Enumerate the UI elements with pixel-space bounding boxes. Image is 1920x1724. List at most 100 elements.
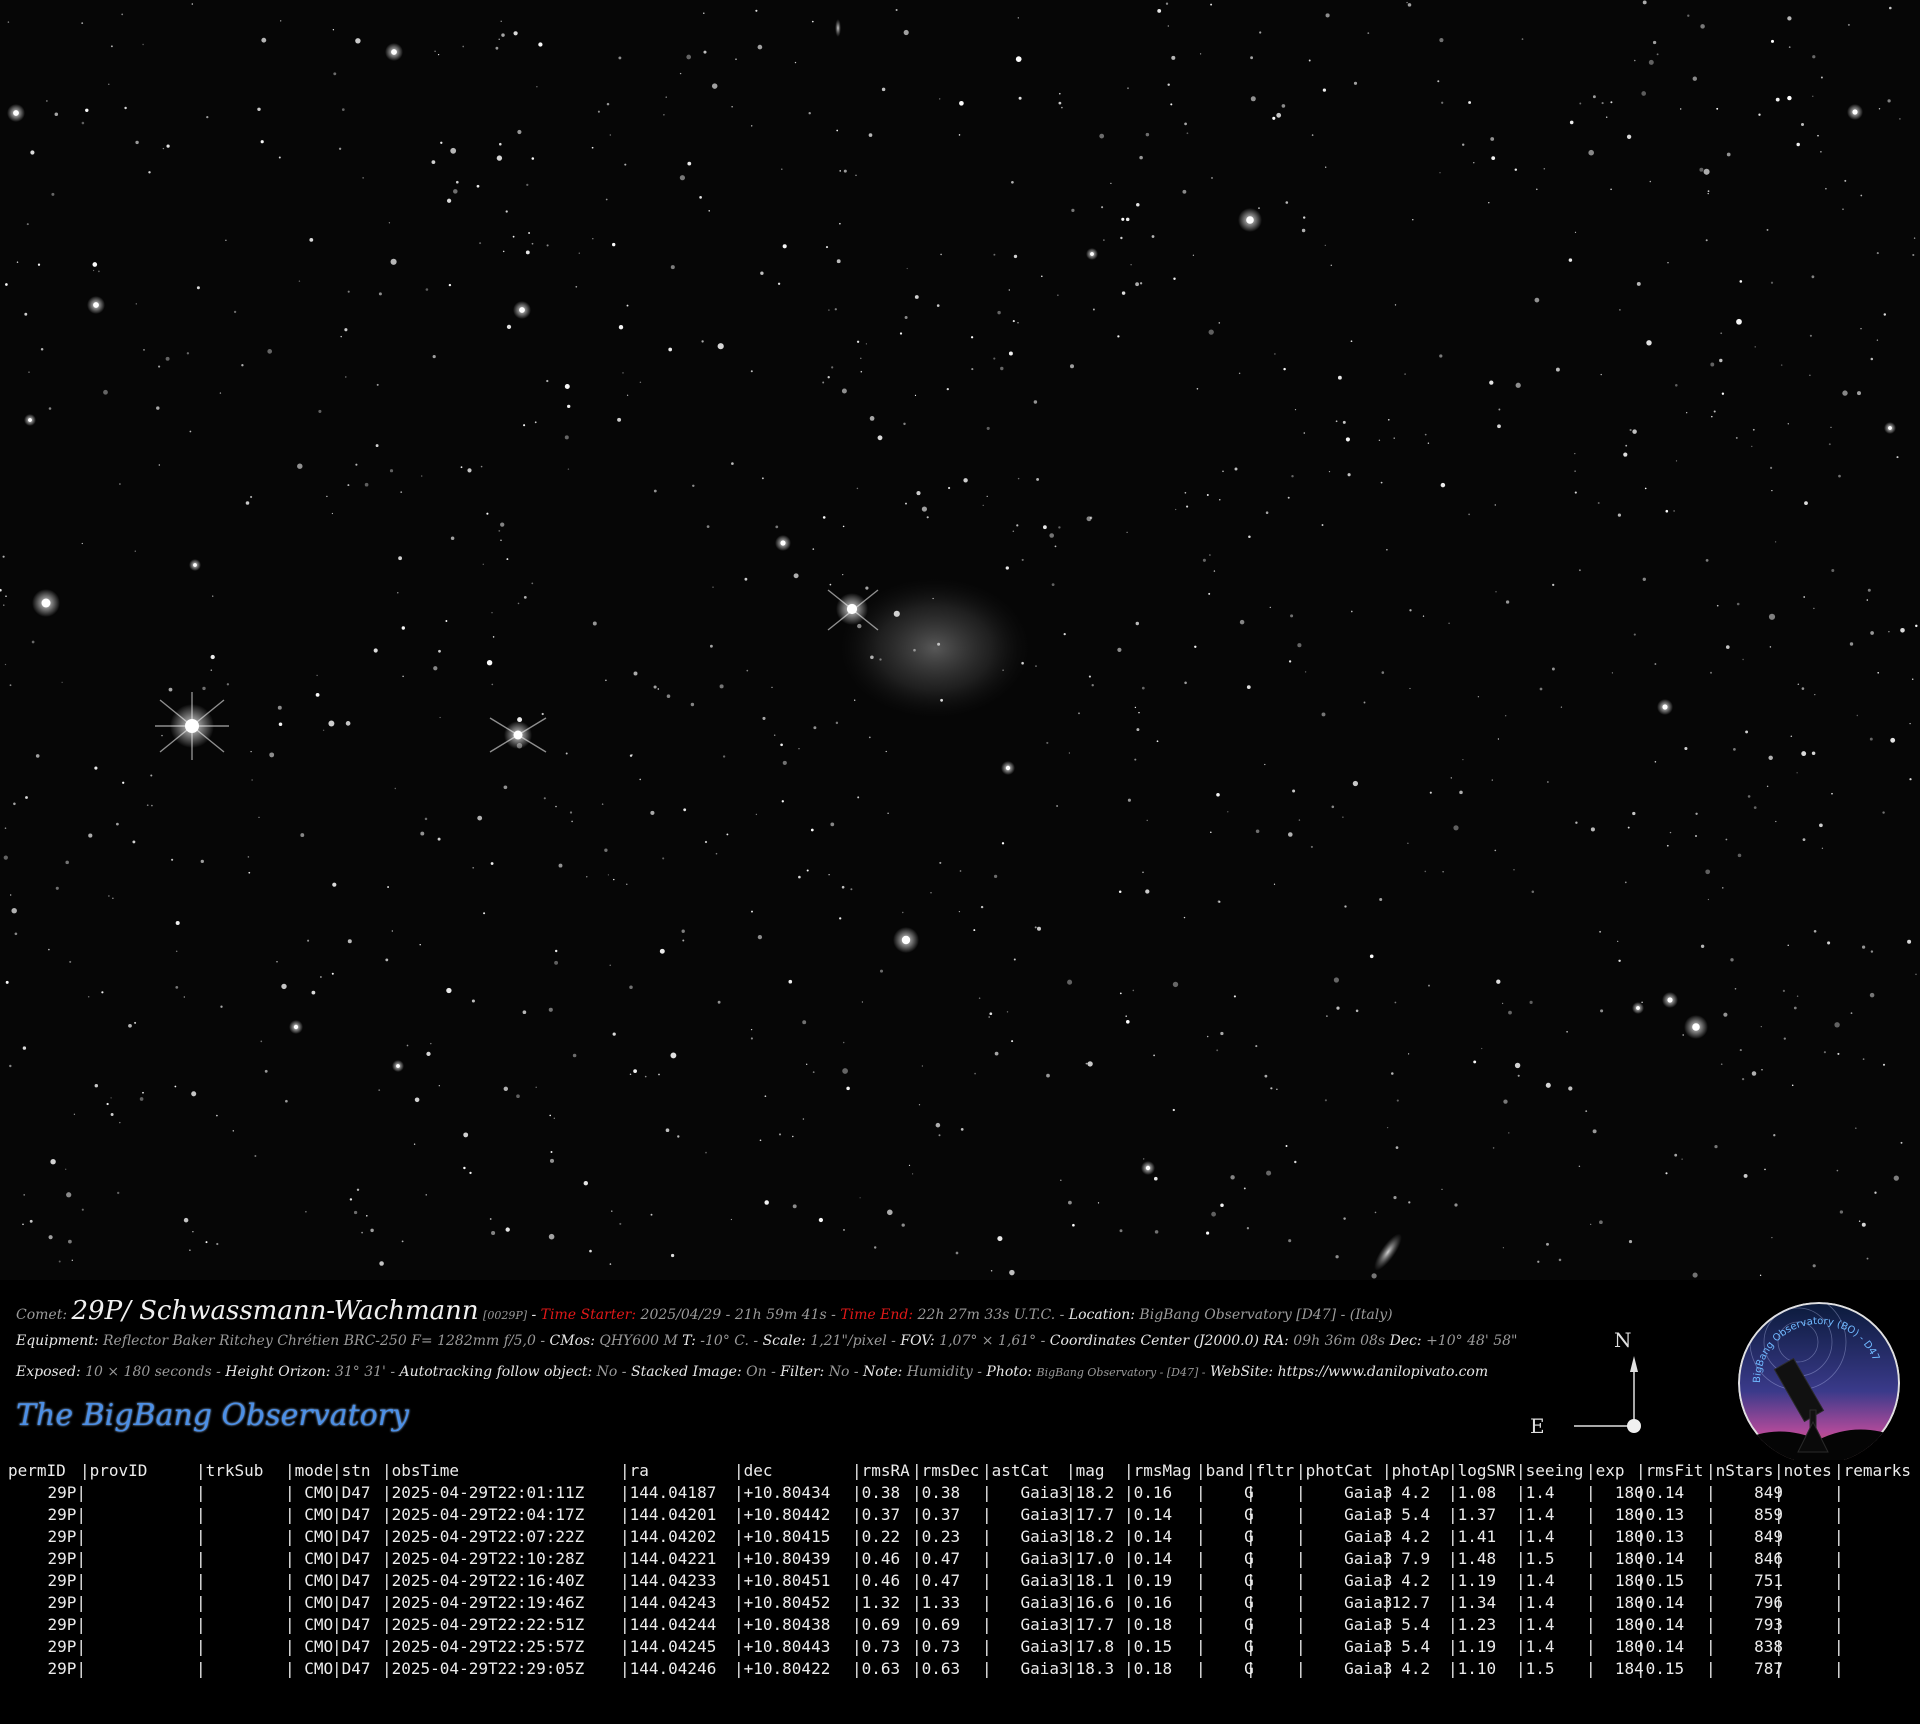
star xyxy=(318,409,322,413)
star xyxy=(1495,591,1497,593)
table-cell: |2025-04-29T22:19:46Z xyxy=(382,1593,585,1612)
star xyxy=(1008,289,1010,291)
star xyxy=(1072,1223,1075,1227)
star xyxy=(528,232,531,234)
star xyxy=(419,943,421,946)
star xyxy=(1387,418,1390,421)
table-cell: | xyxy=(196,1637,206,1656)
star xyxy=(276,961,278,963)
star xyxy=(699,196,702,199)
star xyxy=(1667,262,1669,264)
table-cell: |1.33 xyxy=(912,1593,961,1612)
table-cell: 29P| xyxy=(47,1527,86,1546)
column-header: |exp xyxy=(1586,1461,1625,1480)
website-label: WebSite: xyxy=(1209,1364,1274,1380)
star xyxy=(1759,1274,1762,1276)
star xyxy=(205,1241,208,1244)
star xyxy=(128,1023,132,1028)
star xyxy=(1008,351,1013,356)
star xyxy=(1771,489,1773,492)
star xyxy=(1333,977,1339,983)
table-cell: | xyxy=(1774,1659,1784,1678)
star xyxy=(918,1104,921,1106)
star xyxy=(491,683,494,686)
star xyxy=(959,870,962,872)
star xyxy=(1217,900,1221,903)
star xyxy=(1797,683,1800,685)
star xyxy=(1016,524,1019,527)
star xyxy=(156,406,160,410)
table-cell: |1.48 xyxy=(1448,1549,1497,1568)
height-label: Height Orizon: xyxy=(225,1364,331,1380)
table-cell: | xyxy=(196,1659,206,1678)
observatory-brand-title: The BigBang Observatory xyxy=(16,1398,409,1433)
star xyxy=(260,1040,263,1043)
star xyxy=(1304,671,1307,673)
star xyxy=(216,1114,218,1117)
table-cell: |0.18 xyxy=(1124,1615,1173,1634)
star xyxy=(1017,477,1020,480)
star xyxy=(841,388,847,394)
star xyxy=(1623,452,1628,457)
star xyxy=(525,250,530,255)
star xyxy=(349,1198,353,1201)
star xyxy=(788,979,793,984)
star xyxy=(1255,829,1260,834)
star xyxy=(29,1219,33,1223)
star xyxy=(10,894,12,896)
star xyxy=(751,910,753,913)
star xyxy=(196,286,200,290)
star xyxy=(1766,228,1769,231)
star xyxy=(1153,1054,1155,1057)
caption-line-1: Comet: 29P/ Schwassmann-Wachmann [0029P]… xyxy=(16,1296,1393,1326)
star xyxy=(9,684,12,687)
star xyxy=(1793,1006,1797,1010)
star xyxy=(248,871,251,874)
star xyxy=(491,1230,496,1236)
star xyxy=(554,960,559,965)
star xyxy=(175,986,179,989)
star xyxy=(362,177,364,179)
star xyxy=(166,144,170,148)
star xyxy=(30,150,35,155)
star xyxy=(1184,491,1187,494)
star xyxy=(425,1194,427,1196)
table-cell: |1.5 xyxy=(1516,1549,1555,1568)
star xyxy=(1771,1236,1773,1239)
table-cell: | xyxy=(1246,1659,1256,1678)
star xyxy=(535,1086,537,1089)
exposed-value: 10 × 180 seconds - xyxy=(85,1364,221,1380)
star xyxy=(1739,1049,1742,1052)
table-cell: | 849 xyxy=(1706,1527,1784,1546)
star xyxy=(347,290,350,293)
star xyxy=(121,13,124,16)
caption-line-3: Exposed: 10 × 180 seconds - Height Orizo… xyxy=(16,1364,1488,1380)
star xyxy=(446,198,452,203)
star xyxy=(1057,294,1059,296)
star xyxy=(212,595,214,597)
star xyxy=(1700,944,1705,948)
table-cell: | 793 xyxy=(1706,1615,1784,1634)
star xyxy=(1515,382,1521,388)
table-cell: | xyxy=(196,1505,206,1524)
star xyxy=(1015,56,1022,62)
star xyxy=(939,98,941,100)
star xyxy=(260,140,264,144)
star xyxy=(116,822,119,826)
star xyxy=(1281,104,1286,108)
star xyxy=(1796,142,1800,147)
star xyxy=(1058,526,1061,529)
star xyxy=(426,1051,431,1057)
star xyxy=(1468,101,1472,104)
star xyxy=(1644,487,1647,490)
star xyxy=(347,484,350,487)
star xyxy=(750,125,753,127)
table-cell: |2025-04-29T22:22:51Z xyxy=(382,1615,585,1634)
star xyxy=(940,253,942,256)
star xyxy=(0,588,2,592)
star xyxy=(1259,31,1262,34)
star xyxy=(958,134,961,136)
star xyxy=(1831,792,1833,795)
column-header: |trkSub xyxy=(196,1461,264,1480)
star xyxy=(1534,297,1540,303)
